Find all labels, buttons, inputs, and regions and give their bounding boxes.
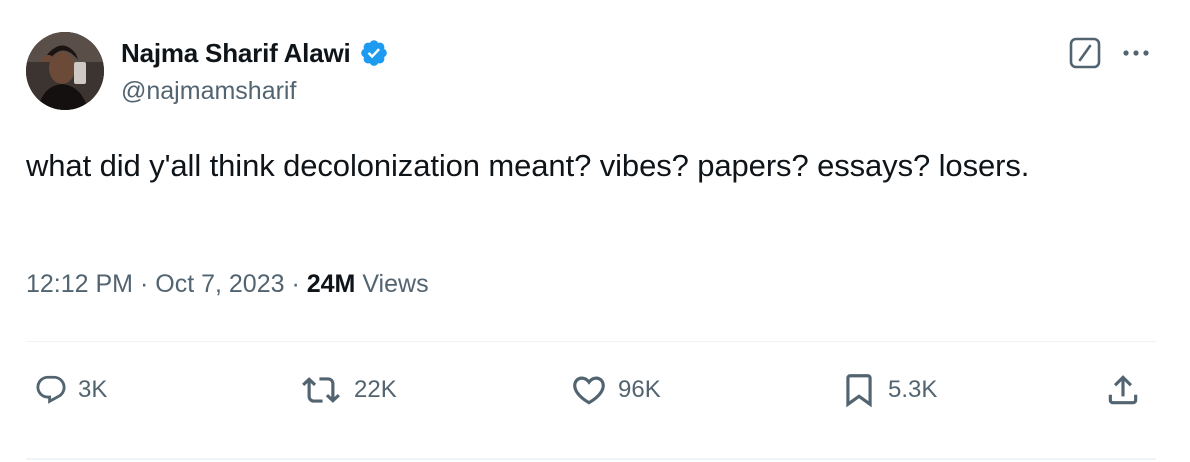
reply-button[interactable]: 3K — [34, 368, 107, 412]
verified-badge-icon[interactable] — [359, 38, 389, 68]
tweet-date[interactable]: Oct 7, 2023 — [155, 270, 284, 298]
tweet-time[interactable]: 12:12 PM — [26, 270, 133, 298]
bookmark-count: 5.3K — [888, 376, 938, 403]
share-button[interactable] — [1104, 368, 1142, 412]
retweet-count: 22K — [354, 376, 397, 403]
more-icon[interactable] — [1116, 38, 1156, 68]
retweet-button[interactable]: 22K — [298, 368, 397, 412]
divider — [26, 341, 1156, 342]
meta-separator: · — [291, 270, 300, 298]
author-handle[interactable]: @najmamsharif — [121, 77, 296, 106]
tweet-card: Najma Sharif Alawi @najmamsharif what di… — [0, 0, 1190, 462]
author-display-name[interactable]: Najma Sharif Alawi — [121, 38, 351, 69]
reply-icon — [36, 375, 66, 404]
retweet-icon — [302, 377, 340, 403]
tweet-meta: 12:12 PM · Oct 7, 2023 · 24M Views — [26, 270, 429, 299]
author-name-row: Najma Sharif Alawi — [121, 34, 389, 72]
tweet-text: what did y'all think decolonization mean… — [26, 148, 1030, 183]
meta-separator: · — [139, 270, 149, 298]
grok-icon[interactable] — [1068, 36, 1102, 70]
reply-box-edge — [26, 458, 1156, 460]
like-count: 96K — [618, 376, 661, 403]
bookmark-button[interactable]: 5.3K — [840, 368, 937, 412]
avatar[interactable] — [26, 32, 104, 110]
reply-count: 3K — [78, 376, 108, 403]
views-label: Views — [362, 270, 429, 298]
bookmark-icon — [846, 374, 872, 408]
like-button[interactable]: 96K — [570, 368, 661, 412]
like-icon — [573, 376, 605, 405]
views-count: 24M — [306, 270, 356, 298]
avatar-image — [26, 32, 104, 110]
share-icon — [1108, 375, 1138, 405]
